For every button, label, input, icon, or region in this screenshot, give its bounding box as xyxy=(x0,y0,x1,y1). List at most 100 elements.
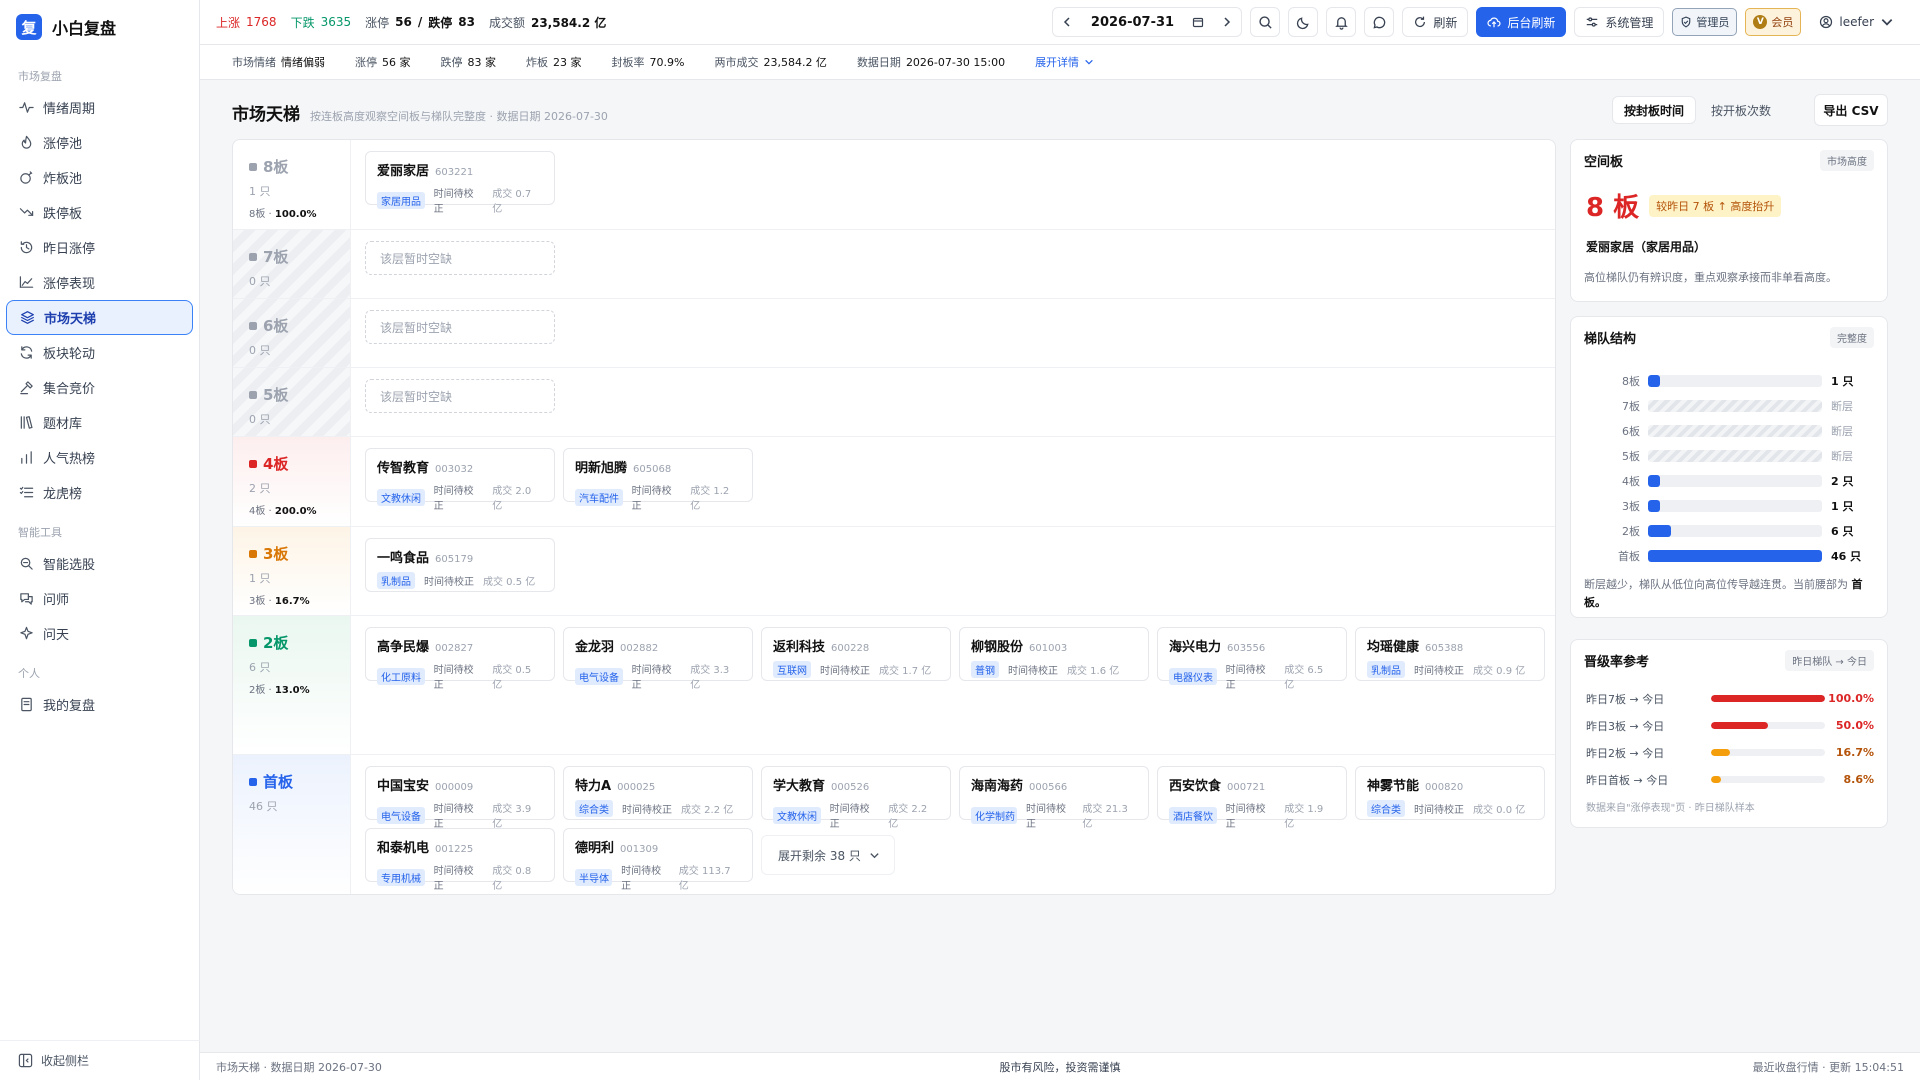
stock-card[interactable]: 均瑶健康 605388 乳制品 时间待校正 成交 0.9 亿 xyxy=(1355,627,1545,681)
stock-card[interactable]: 金龙羽 002882 电气设备 时间待校正 成交 3.3 亿 xyxy=(563,627,753,691)
sector-tag[interactable]: 综合类 xyxy=(1367,800,1405,817)
sector-tag[interactable]: 乳制品 xyxy=(377,572,415,589)
stock-card[interactable]: 高争民爆 002827 化工原料 时间待校正 成交 0.5 亿 xyxy=(365,627,555,691)
stock-card[interactable]: 神雾节能 000820 综合类 时间待校正 成交 0.0 亿 xyxy=(1355,766,1545,820)
search-button[interactable] xyxy=(1250,7,1281,37)
stock-card[interactable]: 和泰机电 001225 专用机械 时间待校正 成交 0.8 亿 xyxy=(365,828,555,892)
sector-tag[interactable]: 文教休闲 xyxy=(773,806,821,824)
promotion-row: 昨日首板 → 今日 8.6% xyxy=(1571,766,1887,793)
admin-badge[interactable]: 管理员 xyxy=(1672,8,1738,36)
tier-count: 1 只 xyxy=(249,572,271,585)
market-summary-bar: 市场情绪 情绪偏弱 涨停 56 家 跌停 83 家 炸板 23 家 封板率 70.9% 两… xyxy=(200,45,1920,80)
space-height: 8 板 xyxy=(1586,193,1640,223)
sidebar-item[interactable]: 炸板池 xyxy=(6,160,193,195)
sector-tag[interactable]: 文教休闲 xyxy=(377,488,425,506)
stock-name: 德明利 xyxy=(575,841,615,856)
stock-card[interactable]: 一鸣食品 605179 乳制品 时间待校正 成交 0.5 亿 xyxy=(365,538,555,592)
sidebar-item[interactable]: 人气热榜 xyxy=(6,440,193,475)
ladder-row-value: 断层 xyxy=(1831,424,1853,438)
stock-name: 神雾节能 xyxy=(1367,779,1420,794)
sidebar-item[interactable]: 情绪周期 xyxy=(6,90,193,125)
vip-badge[interactable]: V 会员 xyxy=(1745,8,1802,36)
sidebar-item[interactable]: 涨停池 xyxy=(6,125,193,160)
sector-tag[interactable]: 电气设备 xyxy=(575,667,623,685)
sector-tag[interactable]: 电气设备 xyxy=(377,806,425,824)
tier-count: 2 只 xyxy=(249,482,271,495)
sector-tag[interactable]: 综合类 xyxy=(575,800,613,817)
stock-code: 601003 xyxy=(1029,643,1068,654)
promotion-value: 8.6% xyxy=(1843,773,1874,786)
stock-card[interactable]: 学大教育 000526 文教休闲 时间待校正 成交 2.2 亿 xyxy=(761,766,951,830)
stock-card[interactable]: 柳钢股份 601003 普钢 时间待校正 成交 1.6 亿 xyxy=(959,627,1149,681)
market-mood: 市场情绪 情绪偏弱 xyxy=(232,56,325,69)
tier-stocks: 该层暂时空缺 xyxy=(351,299,1555,367)
chevron-right-icon[interactable] xyxy=(1221,16,1233,28)
sidebar-item[interactable]: 涨停表现 xyxy=(6,265,193,300)
sidebar-item[interactable]: 我的复盘 xyxy=(6,687,193,722)
expand-details-button[interactable]: 展开详情 xyxy=(1035,54,1094,70)
sector-tag[interactable]: 酒店餐饮 xyxy=(1169,806,1217,824)
sector-tag[interactable]: 汽车配件 xyxy=(575,488,623,506)
sidebar-item[interactable]: 问师 xyxy=(6,581,193,616)
sidebar-item[interactable]: 板块轮动 xyxy=(6,335,193,370)
sidebar-item[interactable]: 市场天梯 xyxy=(6,300,193,335)
space-stock[interactable]: 爱丽家居（家居用品） xyxy=(1571,224,1887,255)
export-csv-button[interactable]: 导出 CSV xyxy=(1814,94,1888,126)
calendar-icon[interactable] xyxy=(1192,16,1204,28)
stock-card[interactable]: 海兴电力 603556 电器仪表 时间待校正 成交 6.5 亿 xyxy=(1157,627,1347,691)
stock-card[interactable]: 爱丽家居 603221 家居用品 时间待校正 成交 0.7 亿 xyxy=(365,151,555,215)
sector-tag[interactable]: 半导体 xyxy=(575,868,613,886)
sidebar-item-label: 情绪周期 xyxy=(43,102,96,117)
stock-card[interactable]: 返利科技 600228 互联网 时间待校正 成交 1.7 亿 xyxy=(761,627,951,681)
sidebar-item[interactable]: 问天 xyxy=(6,616,193,651)
stock-card[interactable]: 特力A 000025 综合类 时间待校正 成交 2.2 亿 xyxy=(563,766,753,820)
sector-tag[interactable]: 化工原料 xyxy=(377,667,425,685)
stock-card[interactable]: 海南海药 000566 化学制药 时间待校正 成交 21.3 亿 xyxy=(959,766,1149,830)
sector-tag[interactable]: 家居用品 xyxy=(377,191,425,209)
sidebar-item[interactable]: 智能选股 xyxy=(6,546,193,581)
brand[interactable]: 复 小白复盘 xyxy=(0,0,199,54)
sort-by-seal-time-tab[interactable]: 按封板时间 xyxy=(1611,96,1696,124)
tier-stocks: 传智教育 003032 文教休闲 时间待校正 成交 2.0 亿明新旭腾 605068 汽… xyxy=(351,437,1555,526)
sector-tag[interactable]: 乳制品 xyxy=(1367,661,1405,678)
notifications-button[interactable] xyxy=(1326,7,1357,37)
tier-dot xyxy=(249,459,257,468)
stock-card[interactable]: 传智教育 003032 文教休闲 时间待校正 成交 2.0 亿 xyxy=(365,448,555,512)
collapse-sidebar-button[interactable]: 收起侧栏 xyxy=(0,1040,200,1080)
empty-tier-placeholder: 该层暂时空缺 xyxy=(365,310,555,344)
date-picker[interactable]: 2026-07-31 xyxy=(1052,7,1243,37)
chat-icon xyxy=(20,593,33,605)
user-menu[interactable]: leefer xyxy=(1809,7,1904,37)
market-ladder: 8板 1 只 8板 · 100.0% 爱丽家居 603221 家居用品 时间待校正 成交 … xyxy=(232,139,1556,895)
stock-card[interactable]: 中国宝安 000009 电气设备 时间待校正 成交 3.9 亿 xyxy=(365,766,555,830)
promotion-bar-track xyxy=(1711,722,1825,729)
sort-by-open-count-tab[interactable]: 按开板次数 xyxy=(1700,96,1782,124)
sidebar-item[interactable]: 题材库 xyxy=(6,405,193,440)
stock-code: 000820 xyxy=(1425,782,1464,793)
expand-remaining-button[interactable]: 展开剩余 38 只 xyxy=(761,835,895,875)
theme-toggle-button[interactable] xyxy=(1288,7,1319,37)
sidebar-item[interactable]: 昨日涨停 xyxy=(6,230,193,265)
stock-name: 传智教育 xyxy=(377,461,430,476)
tier-level: 6板 xyxy=(249,315,350,336)
chevron-left-icon[interactable] xyxy=(1061,16,1073,28)
sector-tag[interactable]: 专用机械 xyxy=(377,868,425,886)
sector-tag[interactable]: 普钢 xyxy=(971,661,999,678)
stock-card[interactable]: 西安饮食 000721 酒店餐饮 时间待校正 成交 1.9 亿 xyxy=(1157,766,1347,830)
sidebar-item[interactable]: 龙虎榜 xyxy=(6,475,193,510)
sector-tag[interactable]: 电器仪表 xyxy=(1169,667,1217,685)
ladder-bar-fill xyxy=(1648,549,1822,562)
system-admin-button[interactable]: 系统管理 xyxy=(1574,7,1665,37)
stock-card[interactable]: 德明利 001309 半导体 时间待校正 成交 113.7 亿 xyxy=(563,828,753,892)
sidebar-item[interactable]: 跌停板 xyxy=(6,195,193,230)
stock-card[interactable]: 明新旭腾 605068 汽车配件 时间待校正 成交 1.2 亿 xyxy=(563,448,753,512)
background-refresh-button[interactable]: 后台刷新 xyxy=(1476,7,1567,37)
tier-level: 8板 xyxy=(249,156,350,177)
messages-button[interactable] xyxy=(1364,7,1395,37)
refresh-button[interactable]: 刷新 xyxy=(1402,7,1469,37)
sector-tag[interactable]: 互联网 xyxy=(773,661,811,678)
sector-tag[interactable]: 化学制药 xyxy=(971,806,1017,824)
stock-code: 002882 xyxy=(620,643,659,654)
ladder-row-value: 1 只 xyxy=(1831,374,1854,388)
sidebar-item[interactable]: 集合竞价 xyxy=(6,370,193,405)
